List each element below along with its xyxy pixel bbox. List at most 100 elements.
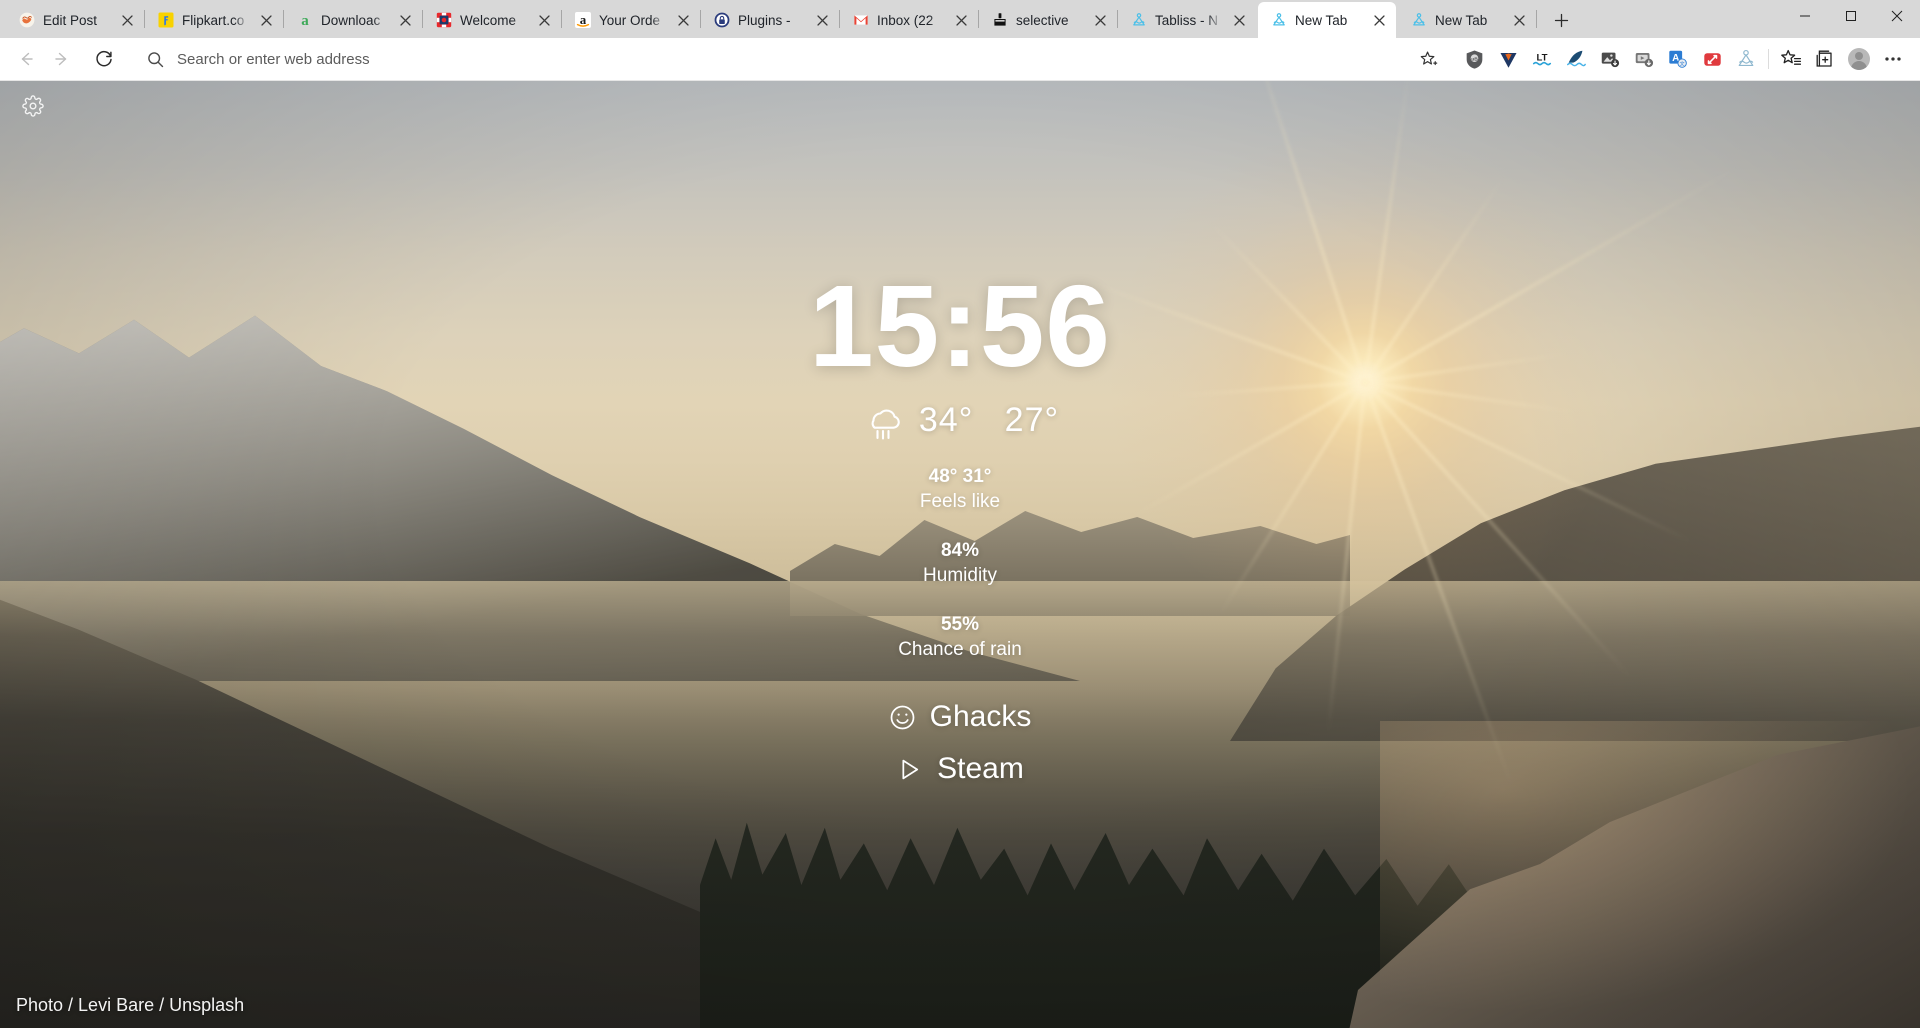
flipkart-icon bbox=[157, 12, 174, 29]
tab-title: Inbox (22 bbox=[877, 12, 934, 28]
weather-temp-low: 27° bbox=[1004, 401, 1060, 440]
photo-credit[interactable]: Photo / Levi Bare / Unsplash bbox=[16, 995, 244, 1016]
close-icon[interactable] bbox=[1510, 11, 1528, 29]
amazon-a-icon: a bbox=[296, 12, 313, 29]
close-icon[interactable] bbox=[1874, 0, 1920, 32]
back-button[interactable] bbox=[8, 43, 44, 75]
browser-tab-active[interactable]: New Tab bbox=[1258, 2, 1396, 38]
tab-title: Plugins - bbox=[738, 12, 791, 28]
favorites-icon[interactable] bbox=[1774, 43, 1808, 75]
tab-strip: Edit Post Flipkart.co a Downloac Welcome a You… bbox=[0, 0, 1920, 38]
tab-separator bbox=[1536, 10, 1537, 28]
ublock-origin-icon[interactable]: uB bbox=[1457, 43, 1491, 75]
gear-icon[interactable] bbox=[16, 89, 50, 123]
shark-wave-icon[interactable] bbox=[1559, 43, 1593, 75]
gmail-icon bbox=[852, 12, 869, 29]
translate-icon[interactable]: A 文 bbox=[1661, 43, 1695, 75]
lock-icon bbox=[713, 12, 730, 29]
svg-text:a: a bbox=[579, 12, 586, 27]
quick-link-label: Ghacks bbox=[929, 700, 1032, 734]
stat-label: Humidity bbox=[923, 565, 997, 587]
clock-widget: 15:56 bbox=[809, 261, 1111, 391]
minimize-icon[interactable] bbox=[1782, 0, 1828, 32]
browser-tab[interactable]: a Downloac bbox=[284, 2, 422, 38]
quick-links: Ghacks Steam bbox=[889, 700, 1032, 786]
weather-stat-feels-like: 48° 31° Feels like bbox=[920, 464, 1000, 514]
weather-widget[interactable]: 34° 27° bbox=[861, 400, 1059, 442]
weather-temp-high: 34° bbox=[918, 401, 974, 440]
play-triangle-icon bbox=[896, 756, 923, 783]
browser-tab[interactable]: Welcome bbox=[423, 2, 561, 38]
stat-value: 84% bbox=[940, 539, 980, 561]
browser-tab[interactable]: New Tab bbox=[1398, 2, 1536, 38]
wordpress-icon bbox=[18, 12, 35, 29]
redsquare-icon bbox=[435, 12, 452, 29]
widget-stack: 15:56 34° 27° 48° 31° Feels like 84% Hum… bbox=[0, 261, 1920, 786]
new-tab-page: 15:56 34° 27° 48° 31° Feels like 84% Hum… bbox=[0, 81, 1920, 1028]
browser-tab[interactable]: Flipkart.co bbox=[145, 2, 283, 38]
amazon-icon: a bbox=[574, 12, 591, 29]
black-icon bbox=[991, 12, 1008, 29]
languagetool-icon[interactable]: LT bbox=[1525, 43, 1559, 75]
search-input[interactable] bbox=[165, 50, 1413, 68]
refresh-button[interactable] bbox=[86, 43, 122, 75]
address-bar[interactable] bbox=[134, 44, 1449, 74]
close-icon[interactable] bbox=[1091, 11, 1109, 29]
image-downloader-icon[interactable] bbox=[1593, 43, 1627, 75]
tab-title: selective bbox=[1016, 12, 1069, 28]
browser-tab[interactable]: Tabliss - N bbox=[1118, 2, 1256, 38]
tab-title: Flipkart.co bbox=[182, 12, 245, 28]
weather-stat-humidity: 84% Humidity bbox=[923, 538, 997, 588]
stat-label: Chance of rain bbox=[898, 639, 1022, 661]
restore-icon[interactable] bbox=[1828, 0, 1874, 32]
close-icon[interactable] bbox=[257, 11, 275, 29]
stat-label: Feels like bbox=[919, 490, 1001, 512]
video-downloader-icon[interactable] bbox=[1627, 43, 1661, 75]
new-tab-button[interactable] bbox=[1545, 4, 1577, 36]
svg-text:a: a bbox=[301, 13, 309, 28]
tab-title: New Tab bbox=[1295, 12, 1348, 28]
browser-tab[interactable]: Edit Post bbox=[6, 2, 144, 38]
cloud-rain-icon bbox=[861, 400, 903, 442]
tabliss-icon[interactable] bbox=[1729, 43, 1763, 75]
weather-stat-chance-of-rain: 55% Chance of rain bbox=[898, 612, 1022, 662]
close-icon[interactable] bbox=[674, 11, 692, 29]
close-icon[interactable] bbox=[396, 11, 414, 29]
tab-title: Edit Post bbox=[43, 12, 98, 28]
close-icon[interactable] bbox=[952, 11, 970, 29]
search-icon bbox=[146, 50, 165, 69]
tab-title: Downloac bbox=[321, 12, 381, 28]
profile-avatar[interactable] bbox=[1842, 43, 1876, 75]
toolbar-divider bbox=[1768, 49, 1769, 69]
close-icon[interactable] bbox=[1370, 11, 1388, 29]
tabliss-icon bbox=[1130, 12, 1147, 29]
add-favorite-star-icon[interactable] bbox=[1413, 45, 1443, 73]
more-options-button[interactable] bbox=[1876, 43, 1910, 75]
browser-toolbar: uB LT bbox=[0, 38, 1920, 81]
tab-title: Welcome bbox=[460, 12, 517, 28]
browser-tab[interactable]: Inbox (22 bbox=[840, 2, 978, 38]
browser-chrome: Edit Post Flipkart.co a Downloac Welcome a You… bbox=[0, 0, 1920, 81]
tab-title: New Tab bbox=[1435, 12, 1488, 28]
svg-text:LT: LT bbox=[1536, 52, 1547, 63]
tab-title: Tabliss - N bbox=[1155, 12, 1219, 28]
svg-text:uB: uB bbox=[1471, 56, 1478, 62]
collections-icon[interactable] bbox=[1808, 43, 1842, 75]
close-icon[interactable] bbox=[535, 11, 553, 29]
browser-tab[interactable]: selective bbox=[979, 2, 1117, 38]
vimium-v-icon[interactable] bbox=[1491, 43, 1525, 75]
close-icon[interactable] bbox=[118, 11, 136, 29]
tab-title: Your Orde bbox=[599, 12, 661, 28]
quick-link-steam[interactable]: Steam bbox=[896, 752, 1024, 786]
browser-tab[interactable]: Plugins - bbox=[701, 2, 839, 38]
browser-tab[interactable]: a Your Orde bbox=[562, 2, 700, 38]
close-icon[interactable] bbox=[1230, 11, 1248, 29]
tabliss-icon bbox=[1270, 12, 1287, 29]
stat-value: 48° 31° bbox=[928, 465, 992, 487]
forward-button[interactable] bbox=[44, 43, 80, 75]
quick-link-ghacks[interactable]: Ghacks bbox=[889, 700, 1032, 734]
stat-value: 55% bbox=[940, 614, 979, 636]
close-icon[interactable] bbox=[813, 11, 831, 29]
weather-temperature: 34° 27° bbox=[919, 401, 1059, 440]
red-pin-icon[interactable] bbox=[1695, 43, 1729, 75]
